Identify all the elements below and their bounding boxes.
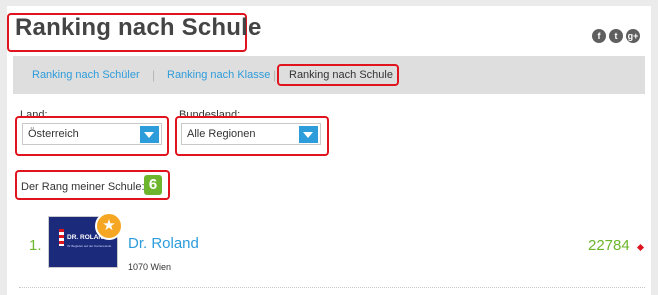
- logo-subtext: Ihr Begleiter auf der Karrierestufe: [67, 244, 112, 248]
- school-score: 22784: [588, 237, 630, 254]
- school-location: 1070 Wien: [128, 262, 172, 272]
- school-name-link[interactable]: Dr. Roland: [128, 235, 199, 252]
- ranking-tab-bar: Ranking nach Schüler | Ranking nach Klas…: [13, 56, 645, 94]
- page-title: Ranking nach Schule: [15, 14, 262, 41]
- rank-label: Der Rang meiner Schule:: [21, 181, 145, 193]
- bundesland-select[interactable]: Alle Regionen: [181, 123, 321, 145]
- tab-separator: |: [152, 68, 156, 82]
- lighthouse-icon: [59, 229, 64, 246]
- tab-separator: |: [273, 68, 277, 82]
- facebook-icon[interactable]: f: [592, 29, 606, 43]
- google-plus-icon[interactable]: g+: [626, 29, 640, 43]
- tab-ranking-schueler[interactable]: Ranking nach Schüler: [32, 69, 140, 81]
- star-icon: ★: [95, 212, 123, 240]
- diamond-icon: [636, 243, 645, 252]
- ranking-panel: Ranking nach Schule f t g+ Ranking nach …: [7, 6, 651, 295]
- chevron-down-icon[interactable]: [140, 126, 159, 143]
- row-divider: [19, 287, 645, 288]
- bundesland-select-value: Alle Regionen: [187, 128, 256, 140]
- land-select-value: Österreich: [28, 128, 79, 140]
- chevron-down-icon[interactable]: [299, 126, 318, 143]
- twitter-icon[interactable]: t: [609, 29, 623, 43]
- tab-ranking-schule[interactable]: Ranking nach Schule: [289, 69, 393, 81]
- land-select[interactable]: Österreich: [22, 123, 162, 145]
- entry-position: 1.: [29, 237, 42, 254]
- rank-badge: 6: [144, 175, 162, 195]
- tab-ranking-klasse[interactable]: Ranking nach Klasse: [167, 69, 270, 81]
